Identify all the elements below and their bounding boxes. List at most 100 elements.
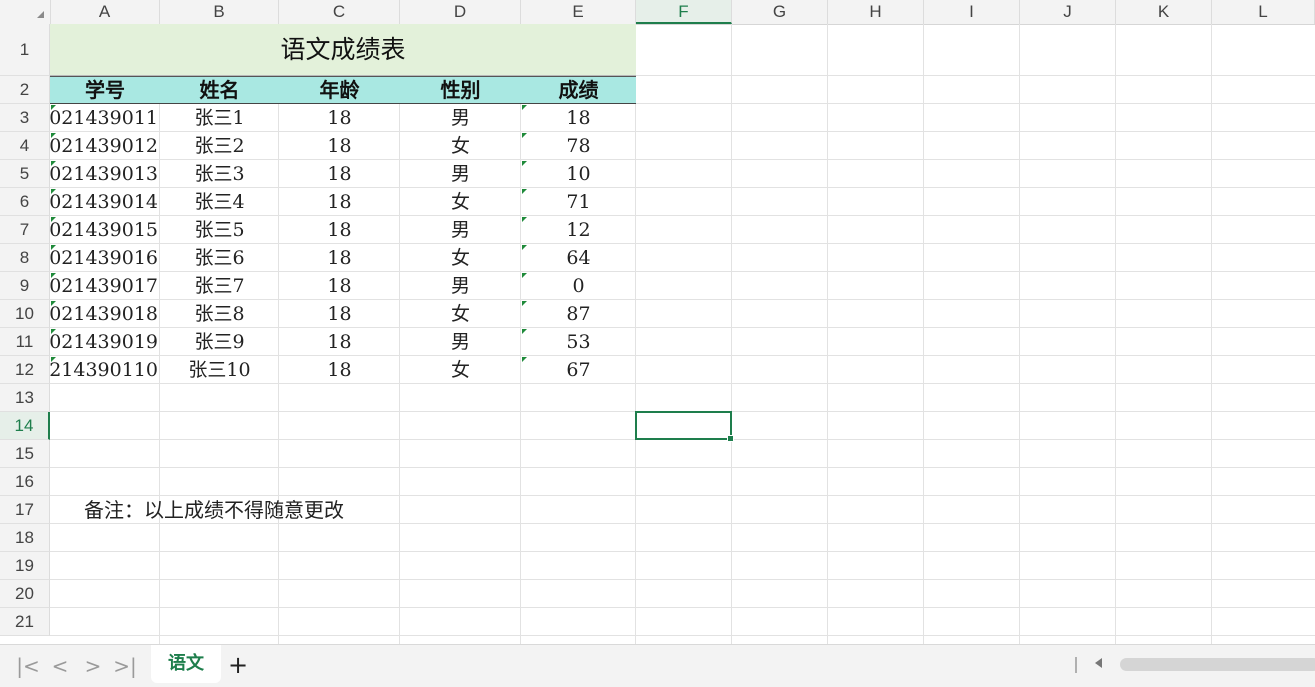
fill-handle[interactable] <box>727 435 734 442</box>
table-cell[interactable]: 女 <box>400 356 521 384</box>
table-cell[interactable]: 2021439015 <box>50 216 160 244</box>
table-cell[interactable]: 2021439012 <box>50 132 160 160</box>
table-cell[interactable]: 2021439013 <box>50 160 160 188</box>
header-cell[interactable]: 学号 <box>50 76 160 104</box>
table-cell[interactable]: 女 <box>400 132 521 160</box>
table-cell[interactable]: 18 <box>279 328 400 356</box>
table-cell[interactable]: 18 <box>279 356 400 384</box>
table-cell[interactable]: 张三3 <box>160 160 279 188</box>
table-cell[interactable]: 2021439016 <box>50 244 160 272</box>
table-cell[interactable]: 53 <box>521 328 636 356</box>
table-cell[interactable]: 64 <box>521 244 636 272</box>
next-sheet-icon[interactable]: > <box>80 653 106 679</box>
table-cell[interactable]: 张三10 <box>160 356 279 384</box>
table-cell[interactable]: 20214390110 <box>50 356 160 384</box>
column-header-a[interactable]: A <box>50 0 160 24</box>
table-cell[interactable]: 张三8 <box>160 300 279 328</box>
table-cell[interactable]: 2021439019 <box>50 328 160 356</box>
row-header-19[interactable]: 19 <box>0 552 50 580</box>
column-header-l[interactable]: L <box>1212 0 1315 24</box>
table-cell[interactable]: 87 <box>521 300 636 328</box>
scroll-left-icon[interactable] <box>1095 658 1102 668</box>
row-header-21[interactable]: 21 <box>0 608 50 636</box>
table-cell[interactable]: 张三9 <box>160 328 279 356</box>
table-cell[interactable]: 67 <box>521 356 636 384</box>
row-header-18[interactable]: 18 <box>0 524 50 552</box>
row-header-20[interactable]: 20 <box>0 580 50 608</box>
table-cell[interactable]: 18 <box>279 300 400 328</box>
table-cell[interactable]: 女 <box>400 300 521 328</box>
table-cell[interactable]: 男 <box>400 272 521 300</box>
row-header-15[interactable]: 15 <box>0 440 50 468</box>
sheet-tab-active[interactable]: 语文 <box>151 645 221 683</box>
header-cell[interactable]: 成绩 <box>521 76 636 104</box>
table-cell[interactable]: 18 <box>279 272 400 300</box>
table-cell[interactable]: 张三5 <box>160 216 279 244</box>
column-header-d[interactable]: D <box>400 0 521 24</box>
table-cell[interactable]: 张三7 <box>160 272 279 300</box>
row-header-6[interactable]: 6 <box>0 188 50 216</box>
note-text[interactable]: 备注：以上成绩不得随意更改 <box>84 496 344 524</box>
sheet-title-cell[interactable]: 语文成绩表 <box>50 24 636 76</box>
header-cell[interactable]: 性别 <box>400 76 521 104</box>
add-sheet-button[interactable]: + <box>226 652 250 678</box>
table-cell[interactable]: 0 <box>521 272 636 300</box>
table-cell[interactable]: 18 <box>279 244 400 272</box>
table-cell[interactable]: 女 <box>400 188 521 216</box>
row-header-11[interactable]: 11 <box>0 328 50 356</box>
table-cell[interactable]: 男 <box>400 328 521 356</box>
scroll-split-handle[interactable] <box>1075 657 1077 673</box>
table-cell[interactable]: 18 <box>279 104 400 132</box>
header-cell[interactable]: 年龄 <box>279 76 400 104</box>
table-cell[interactable]: 18 <box>279 188 400 216</box>
row-header-13[interactable]: 13 <box>0 384 50 412</box>
table-cell[interactable]: 18 <box>521 104 636 132</box>
table-cell[interactable]: 18 <box>279 160 400 188</box>
column-header-h[interactable]: H <box>828 0 924 24</box>
table-cell[interactable]: 2021439014 <box>50 188 160 216</box>
table-cell[interactable]: 女 <box>400 244 521 272</box>
table-cell[interactable]: 男 <box>400 160 521 188</box>
column-header-g[interactable]: G <box>732 0 828 24</box>
table-cell[interactable]: 张三1 <box>160 104 279 132</box>
spreadsheet-grid[interactable]: ABCDEFGHIJKL 1 2 3 4 5 6 7 8 9 10 11 12 13 14 15 16 17 18… <box>0 0 1315 644</box>
table-cell[interactable]: 78 <box>521 132 636 160</box>
last-sheet-icon[interactable]: >| <box>112 653 138 679</box>
table-cell[interactable]: 张三2 <box>160 132 279 160</box>
table-cell[interactable]: 张三4 <box>160 188 279 216</box>
table-cell[interactable]: 2021439011 <box>50 104 160 132</box>
table-cell[interactable]: 71 <box>521 188 636 216</box>
row-header-2[interactable]: 2 <box>0 76 50 104</box>
select-all-corner[interactable] <box>0 0 51 24</box>
table-cell[interactable]: 12 <box>521 216 636 244</box>
row-header-7[interactable]: 7 <box>0 216 50 244</box>
table-cell[interactable]: 张三6 <box>160 244 279 272</box>
table-cell[interactable]: 2021439017 <box>50 272 160 300</box>
row-header-8[interactable]: 8 <box>0 244 50 272</box>
row-header-10[interactable]: 10 <box>0 300 50 328</box>
row-header-12[interactable]: 12 <box>0 356 50 384</box>
table-cell[interactable]: 18 <box>279 216 400 244</box>
column-header-j[interactable]: J <box>1020 0 1116 24</box>
column-header-i[interactable]: I <box>924 0 1020 24</box>
row-header-9[interactable]: 9 <box>0 272 50 300</box>
row-header-17[interactable]: 17 <box>0 496 50 524</box>
column-header-e[interactable]: E <box>521 0 636 24</box>
column-header-f[interactable]: F <box>636 0 732 24</box>
table-cell[interactable]: 10 <box>521 160 636 188</box>
row-header-5[interactable]: 5 <box>0 160 50 188</box>
table-cell[interactable]: 18 <box>279 132 400 160</box>
active-cell-selection[interactable] <box>635 411 734 442</box>
row-header-1[interactable]: 1 <box>0 24 50 76</box>
prev-sheet-icon[interactable]: < <box>47 653 73 679</box>
row-header-16[interactable]: 16 <box>0 468 50 496</box>
column-header-c[interactable]: C <box>279 0 400 24</box>
row-header-14[interactable]: 14 <box>0 412 50 440</box>
row-header-4[interactable]: 4 <box>0 132 50 160</box>
row-header-3[interactable]: 3 <box>0 104 50 132</box>
column-header-k[interactable]: K <box>1116 0 1212 24</box>
first-sheet-icon[interactable]: |< <box>15 653 41 679</box>
table-cell[interactable]: 男 <box>400 216 521 244</box>
table-cell[interactable]: 男 <box>400 104 521 132</box>
header-cell[interactable]: 姓名 <box>160 76 279 104</box>
